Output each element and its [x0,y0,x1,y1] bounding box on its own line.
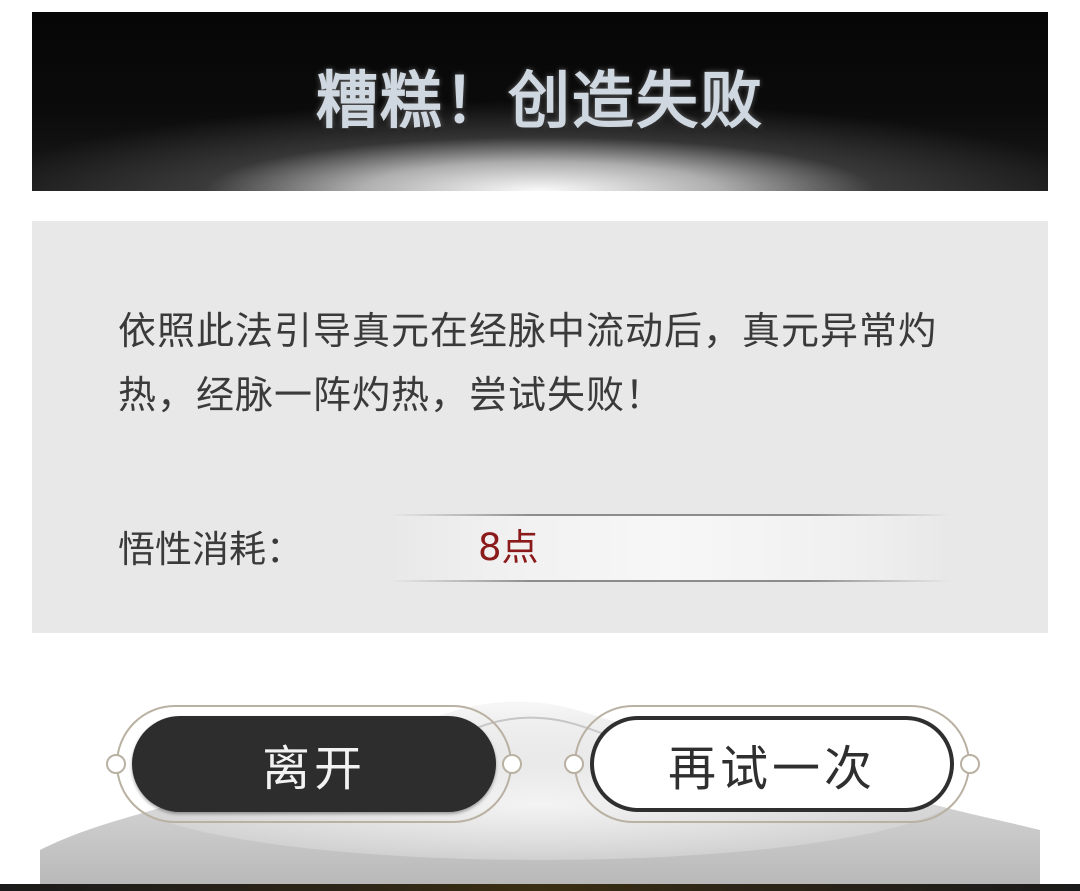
failure-message: 依照此法引导真元在经脉中流动后，真元异常灼热，经脉一阵灼热，尝试失败！ [118,309,938,417]
retry-button[interactable]: 再试一次 [564,705,980,823]
cost-value: 8点 [478,526,539,569]
cost-value-bar: 8点 [390,514,950,582]
result-banner: 糟糕！创造失败 [32,12,1048,191]
frame-node-left [564,754,584,774]
cost-label: 悟性消耗： [118,528,303,571]
message-panel: 依照此法引导真元在经脉中流动后，真元异常灼热，经脉一阵灼热，尝试失败！ 悟性消耗… [32,221,1048,633]
frame-node-left [106,754,126,774]
bottom-edge-strip [0,884,1080,891]
result-title: 糟糕！创造失败 [315,64,764,137]
leave-button-label[interactable]: 离开 [132,716,496,812]
retry-button-label[interactable]: 再试一次 [590,716,954,812]
leave-button[interactable]: 离开 [106,705,522,823]
frame-node-right [960,754,980,774]
frame-node-right [502,754,522,774]
